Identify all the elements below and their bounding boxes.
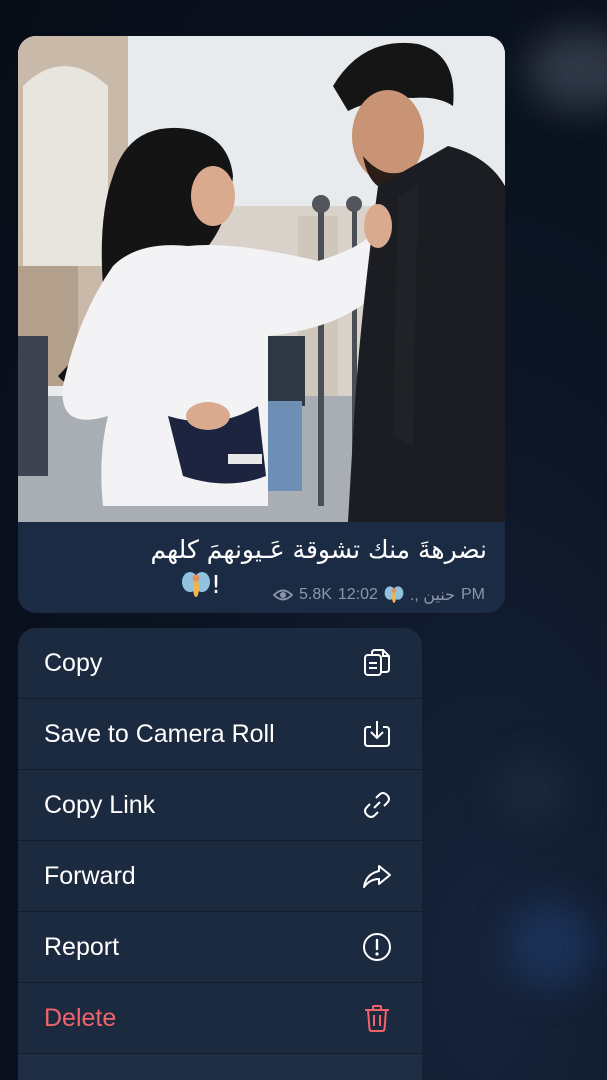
eye-icon <box>272 589 293 601</box>
caption-exclamation: ! <box>211 570 222 599</box>
fairy-emoji-icon <box>181 570 211 600</box>
author-signature: حنين ,. <box>409 587 455 604</box>
fairy-emoji-icon <box>384 586 404 603</box>
menu-item-label: Copy Link <box>44 790 156 819</box>
context-menu: Copy Save to Camera Roll Copy Link Forwa… <box>18 628 422 1080</box>
caption-second-line: ! <box>181 568 221 602</box>
message-time: 12:02 <box>337 586 378 603</box>
background-blur <box>497 760 567 820</box>
message-photo[interactable] <box>18 36 505 522</box>
menu-item-label: Delete <box>44 1003 117 1032</box>
menu-item-copy-link[interactable]: Copy Link <box>18 770 422 841</box>
message-bubble[interactable]: نضرهةَ منك تشوقة عَـيونهمَ كلهم ! 5.8K 1… <box>18 36 505 613</box>
download-icon <box>360 717 394 751</box>
forward-arrow-icon <box>360 859 394 893</box>
menu-item-save-to-camera-roll[interactable]: Save to Camera Roll <box>18 699 422 770</box>
trash-icon <box>360 1001 394 1035</box>
screen: نضرهةَ منك تشوقة عَـيونهمَ كلهم ! 5.8K 1… <box>0 0 607 1080</box>
menu-item-report[interactable]: Report <box>18 912 422 983</box>
message-caption: نضرهةَ منك تشوقة عَـيونهمَ كلهم <box>150 535 488 564</box>
menu-item-label: Forward <box>44 861 136 890</box>
copy-icon <box>360 646 394 680</box>
menu-item-copy[interactable]: Copy <box>18 628 422 699</box>
menu-item-delete[interactable]: Delete <box>18 983 422 1054</box>
photo-illustration <box>18 36 505 522</box>
menu-more-indicator <box>18 1054 422 1080</box>
time-period: PM <box>461 586 485 603</box>
link-icon <box>360 788 394 822</box>
background-blur <box>507 900 597 990</box>
background-blur <box>527 30 607 110</box>
exclamation-circle-icon <box>360 930 394 964</box>
menu-item-label: Copy <box>44 648 103 677</box>
message-meta: 5.8K 12:02 حنين ,. PM <box>272 585 485 605</box>
view-count: 5.8K <box>298 586 332 603</box>
menu-item-label: Report <box>44 932 120 961</box>
menu-item-forward[interactable]: Forward <box>18 841 422 912</box>
menu-item-label: Save to Camera Roll <box>44 719 275 748</box>
